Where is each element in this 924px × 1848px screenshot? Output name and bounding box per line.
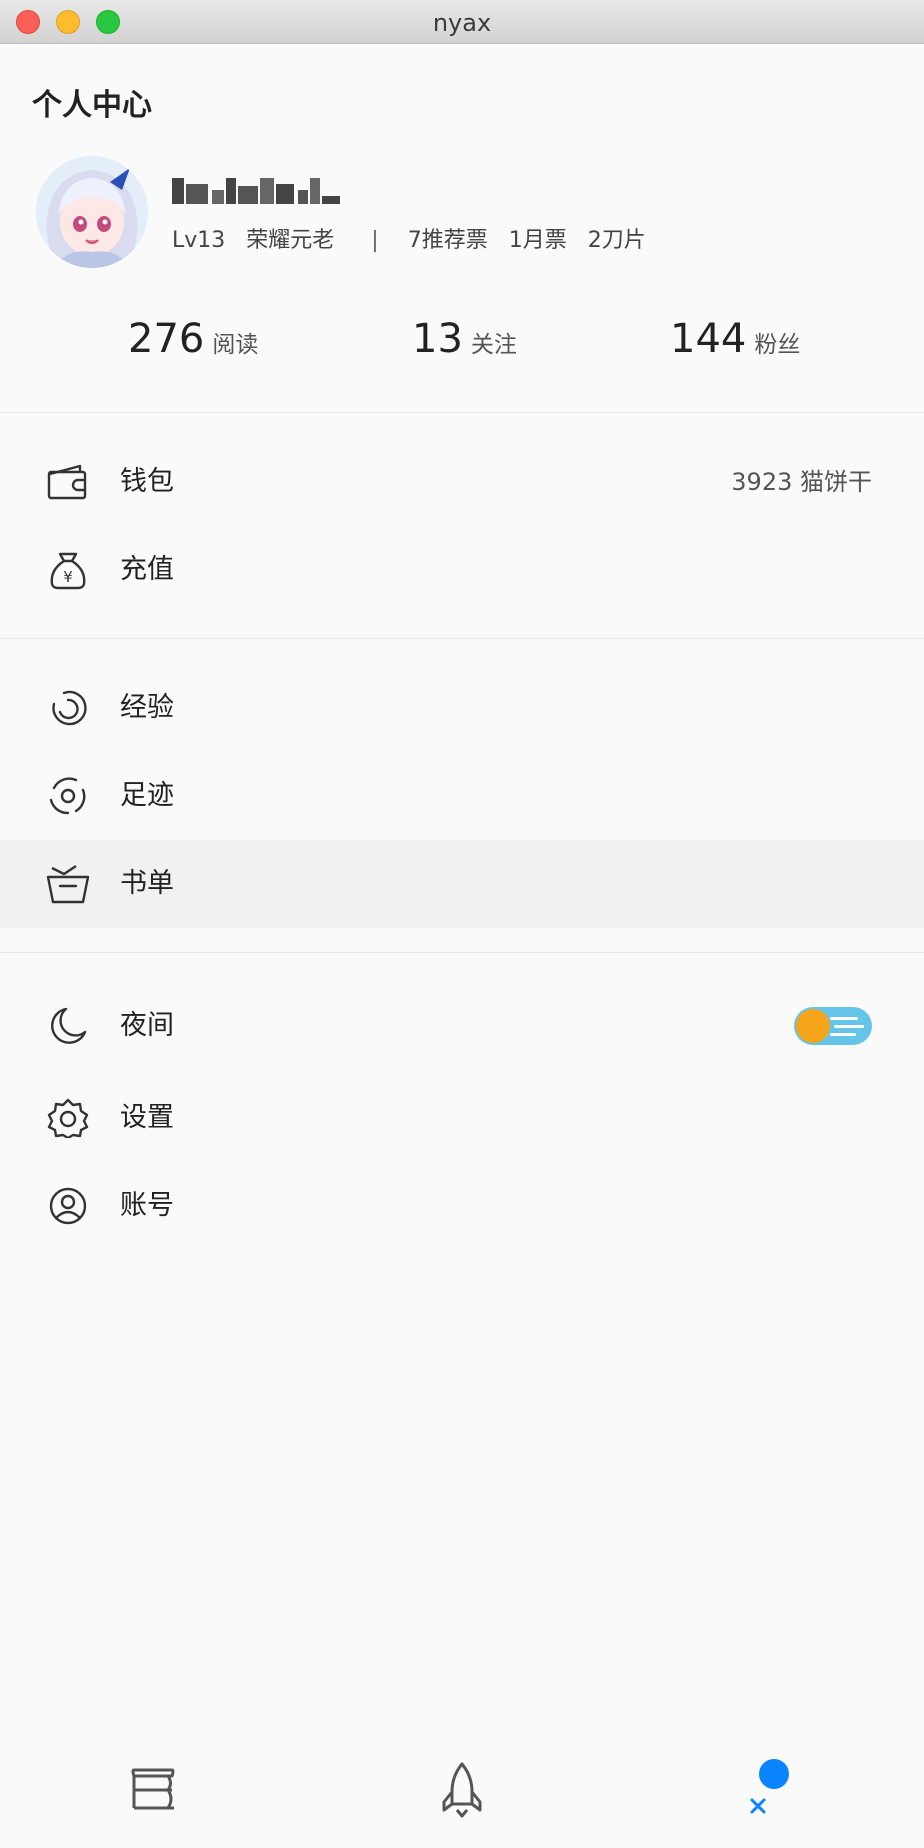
menu-item-wallet-label: 钱包 (120, 466, 174, 497)
toggle-streak (834, 1025, 864, 1028)
toggle-knob (796, 1009, 830, 1043)
avatar-image (36, 156, 148, 268)
money-bag-icon: ¥ (50, 552, 86, 590)
avatar[interactable] (36, 156, 148, 268)
stat-following[interactable]: 13 关注 (412, 316, 517, 362)
menu-item-recharge[interactable]: ¥ 充值 (0, 526, 924, 614)
stat-reading-label: 阅读 (212, 332, 259, 358)
nav-discover[interactable] (427, 1754, 497, 1824)
stat-following-value: 13 (412, 316, 463, 362)
rocket-icon (442, 1762, 482, 1818)
account-icon (49, 1187, 87, 1225)
footprint-icon (49, 777, 86, 815)
menu-item-experience[interactable]: 经验 (0, 664, 924, 752)
stat-followers-label: 粉丝 (754, 332, 801, 358)
night-mode-toggle[interactable] (794, 1007, 872, 1045)
menu-item-night-label: 夜间 (120, 1010, 174, 1041)
stat-following-label: 关注 (470, 332, 517, 358)
stat-followers[interactable]: 144 粉丝 (670, 316, 800, 362)
toggle-streak (830, 1033, 856, 1036)
rank-text: 荣耀元老 (246, 228, 335, 253)
menu-item-settings[interactable]: 设置 (0, 1074, 924, 1162)
stat-reading-value: 276 (128, 316, 205, 362)
menu-item-history[interactable]: 足迹 (0, 752, 924, 840)
page-title: 个人中心 (32, 88, 152, 123)
level-text: Lv13 (172, 228, 226, 253)
window-title: nyax (432, 9, 492, 37)
monthly-tickets-text: 1月票 (508, 228, 567, 253)
bookshelf-icon (131, 1768, 175, 1810)
menu-item-booklist-label: 书单 (120, 868, 174, 899)
toggle-streak (830, 1017, 858, 1020)
menu-item-experience-label: 经验 (120, 692, 174, 723)
meta-separator: | (371, 228, 379, 253)
username-redacted (172, 170, 342, 206)
bottom-nav (0, 1740, 924, 1848)
menu-item-wallet[interactable]: 钱包 3923 猫饼干 (0, 438, 924, 526)
blades-text: 2刀片 (587, 228, 646, 253)
stat-followers-value: 144 (670, 316, 747, 362)
recommend-tickets-text: 7推荐票 (407, 228, 488, 253)
section-divider (0, 412, 924, 413)
wallet-balance: 3923 猫饼干 (731, 468, 872, 496)
menu-item-booklist[interactable]: 书单 (0, 840, 924, 928)
window-titlebar: nyax (0, 0, 924, 44)
profile-meta: Lv13 荣耀元老 | 7推荐票 1月票 2刀片 (172, 222, 660, 254)
wallet-icon (47, 464, 87, 500)
menu-item-history-label: 足迹 (120, 780, 174, 811)
nav-profile[interactable] (738, 1754, 808, 1824)
section-divider (0, 952, 924, 953)
menu-item-settings-label: 设置 (120, 1102, 174, 1133)
section-divider (0, 638, 924, 639)
menu-item-account-label: 账号 (120, 1190, 174, 1221)
menu-item-night[interactable]: 夜间 (0, 982, 924, 1070)
menu-item-account[interactable]: 账号 (0, 1162, 924, 1250)
svg-text:¥: ¥ (63, 568, 73, 586)
book-basket-icon (46, 865, 90, 904)
gear-icon (47, 1098, 89, 1138)
experience-icon (52, 690, 87, 726)
profile-icon (750, 1759, 789, 1814)
nav-bookshelf[interactable] (118, 1754, 188, 1824)
menu-item-recharge-label: 充值 (120, 554, 174, 585)
moon-icon (51, 1007, 87, 1044)
stat-reading[interactable]: 276 阅读 (128, 316, 258, 362)
